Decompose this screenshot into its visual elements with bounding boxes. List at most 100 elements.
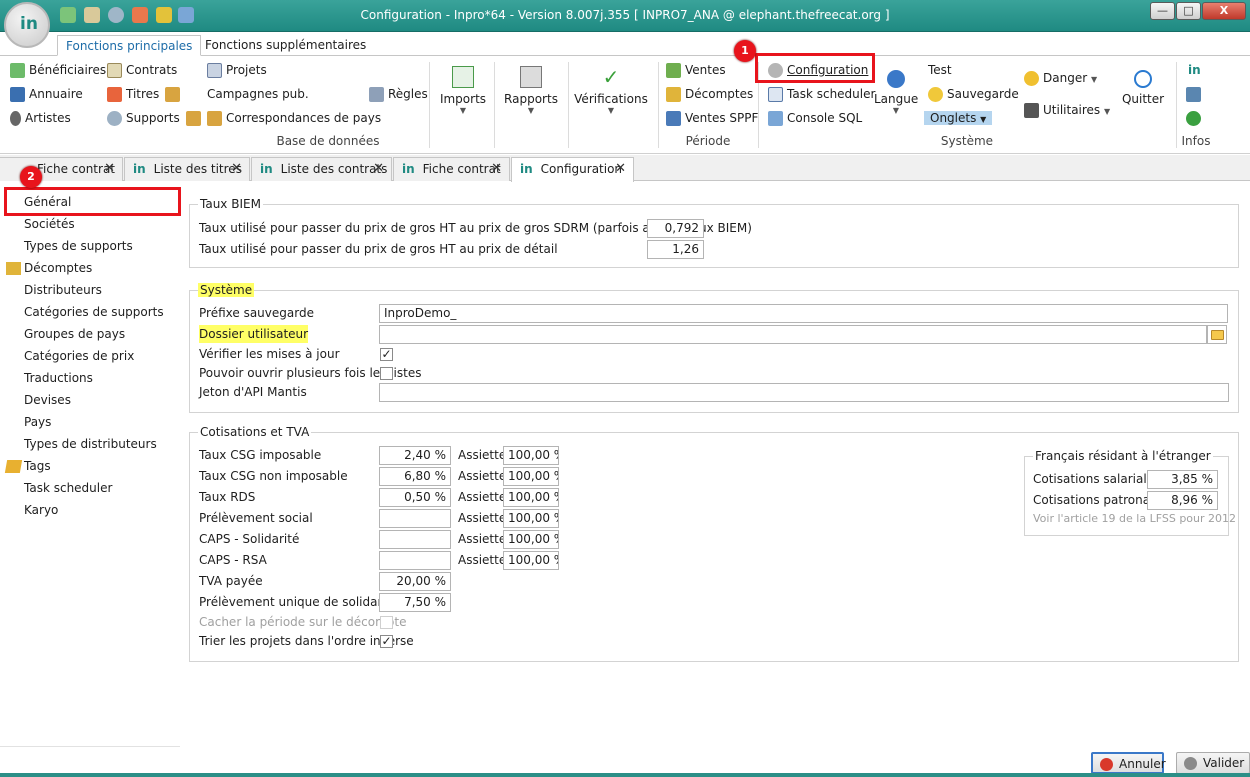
assiette-field[interactable]: 100,00 % bbox=[503, 446, 559, 465]
address-book-icon bbox=[10, 87, 25, 102]
ribbon-separator bbox=[494, 62, 495, 148]
task-scheduler-button[interactable]: Task scheduler bbox=[768, 84, 875, 104]
sidebar-item-pays[interactable]: Pays bbox=[24, 412, 51, 432]
imports-button[interactable]: Imports ▼ bbox=[436, 66, 490, 115]
sidebar-item-task-scheduler[interactable]: Task scheduler bbox=[24, 478, 112, 498]
sidebar-item-karyo[interactable]: Karyo bbox=[24, 500, 58, 520]
prefixe-sauvegarde-field[interactable]: InproDemo_ bbox=[379, 304, 1228, 323]
cotisation-rate-field[interactable] bbox=[379, 551, 451, 570]
campagnes-button[interactable]: Campagnes pub. bbox=[207, 84, 309, 104]
close-icon[interactable]: ✕ bbox=[104, 158, 115, 180]
annuaire-button[interactable]: Annuaire bbox=[10, 84, 83, 104]
test-button[interactable]: Test bbox=[928, 60, 952, 80]
sidebar-item-categories-de-prix[interactable]: Catégories de prix bbox=[24, 346, 134, 366]
doc-tab-liste-des-contrats[interactable]: in Liste des contrats ✕ bbox=[251, 157, 392, 181]
doc-tab-fiche-contrat-2[interactable]: in Fiche contrat ✕ bbox=[393, 157, 510, 181]
jeton-api-mantis-field[interactable] bbox=[379, 383, 1229, 402]
projets-button[interactable]: Projets bbox=[207, 60, 267, 80]
cotisations-salariales-field[interactable]: 3,85 % bbox=[1147, 470, 1218, 489]
app-logo[interactable]: in bbox=[4, 2, 50, 48]
sidebar-item-devises[interactable]: Devises bbox=[24, 390, 71, 410]
doc-tab-liste-des-titres[interactable]: in Liste des titres ✕ bbox=[124, 157, 250, 181]
sidebar-item-tags[interactable]: Tags bbox=[4, 456, 51, 476]
cotisation-rate-field[interactable] bbox=[379, 530, 451, 549]
decomptes-button[interactable]: Décomptes bbox=[666, 84, 753, 104]
cloud-check-icon[interactable] bbox=[1186, 108, 1205, 128]
beneficiaires-button[interactable]: Bénéficiaires bbox=[10, 60, 106, 80]
rapports-button[interactable]: Rapports ▼ bbox=[500, 66, 562, 115]
verifier-mises-a-jour-checkbox[interactable]: ✓ bbox=[380, 348, 393, 361]
inpro-icon: in bbox=[402, 162, 415, 176]
assiette-label: Assiette bbox=[458, 469, 507, 483]
assiette-field[interactable]: 100,00 % bbox=[503, 551, 559, 570]
titres-label: Titres bbox=[126, 87, 160, 101]
assiette-label: Assiette bbox=[458, 532, 507, 546]
titres-button[interactable]: Titres bbox=[107, 84, 184, 104]
close-icon[interactable]: ✕ bbox=[231, 158, 242, 180]
close-button[interactable]: X bbox=[1202, 2, 1246, 20]
sidebar-item-societes[interactable]: Sociétés bbox=[24, 214, 75, 234]
assiette-field[interactable]: 100,00 % bbox=[503, 509, 559, 528]
globe-icon bbox=[887, 70, 905, 88]
taux-detail-field[interactable]: 1,26 bbox=[647, 240, 704, 259]
ribbon-separator bbox=[568, 62, 569, 148]
sidebar-item-groupes-de-pays[interactable]: Groupes de pays bbox=[24, 324, 125, 344]
sidebar-item-traductions[interactable]: Traductions bbox=[24, 368, 93, 388]
ventes-button[interactable]: Ventes bbox=[666, 60, 726, 80]
utilitaires-button[interactable]: Utilitaires ▼ bbox=[1024, 100, 1110, 120]
prelevement-unique-field[interactable]: 7,50 % bbox=[379, 593, 451, 612]
langue-button[interactable]: Langue ▼ bbox=[874, 66, 918, 115]
cotisations-patronales-field[interactable]: 8,96 % bbox=[1147, 491, 1218, 510]
prefixe-sauvegarde-label: Préfixe sauvegarde bbox=[199, 306, 314, 320]
elephant-icon bbox=[1186, 87, 1201, 102]
close-icon[interactable]: ✕ bbox=[373, 158, 384, 180]
infos-inpro-button[interactable]: in bbox=[1188, 60, 1201, 80]
valider-button[interactable]: Valider bbox=[1176, 752, 1250, 774]
dossier-utilisateur-field[interactable] bbox=[379, 325, 1207, 344]
sales-icon bbox=[666, 63, 681, 78]
close-icon[interactable]: ✕ bbox=[491, 158, 502, 180]
sauvegarde-button[interactable]: Sauvegarde bbox=[928, 84, 1019, 104]
database-icon[interactable] bbox=[1186, 84, 1205, 104]
contrats-button[interactable]: Contrats bbox=[107, 60, 177, 80]
ouvrir-plusieurs-fois-checkbox[interactable] bbox=[380, 367, 393, 380]
cotisation-rate-field[interactable]: 0,50 % bbox=[379, 488, 451, 507]
sidebar-item-types-de-distributeurs[interactable]: Types de distributeurs bbox=[24, 434, 157, 454]
maximize-button[interactable]: □ bbox=[1176, 2, 1201, 20]
danger-button[interactable]: Danger ▼ bbox=[1024, 68, 1097, 88]
close-icon[interactable]: ✕ bbox=[615, 158, 626, 180]
minimize-button[interactable]: — bbox=[1150, 2, 1175, 20]
assiette-field[interactable]: 100,00 % bbox=[503, 467, 559, 486]
sidebar-item-decomptes[interactable]: Décomptes bbox=[6, 258, 92, 278]
cotisation-rate-field[interactable]: 6,80 % bbox=[379, 467, 451, 486]
assiette-field[interactable]: 100,00 % bbox=[503, 488, 559, 507]
calendar-icon bbox=[768, 87, 783, 102]
artistes-label: Artistes bbox=[25, 111, 71, 125]
taux-sdrm-field[interactable]: 0,792 bbox=[647, 219, 704, 238]
tab-fonctions-supplementaires[interactable]: Fonctions supplémentaires bbox=[197, 35, 374, 56]
sidebar-item-types-de-supports[interactable]: Types de supports bbox=[24, 236, 133, 256]
trier-projets-checkbox[interactable]: ✓ bbox=[380, 635, 393, 648]
artistes-button[interactable]: Artistes bbox=[10, 108, 71, 128]
console-sql-button[interactable]: Console SQL bbox=[768, 108, 862, 128]
onglets-button[interactable]: Onglets ▼ bbox=[924, 108, 993, 128]
doc-tab-configuration[interactable]: in Configuration ✕ bbox=[511, 157, 634, 182]
sidebar-item-distributeurs[interactable]: Distributeurs bbox=[24, 280, 102, 300]
regles-button[interactable]: Règles bbox=[369, 84, 428, 104]
tab-fonctions-principales[interactable]: Fonctions principales bbox=[57, 35, 202, 56]
supports-button[interactable]: Supports bbox=[107, 108, 205, 128]
correspondances-button[interactable]: Correspondances de pays bbox=[207, 108, 381, 128]
cotisation-rate-field[interactable]: 2,40 % bbox=[379, 446, 451, 465]
verifications-button[interactable]: ✓ Vérifications ▼ bbox=[574, 66, 648, 115]
annuler-button[interactable]: Annuler bbox=[1091, 752, 1166, 774]
cotisation-rate-field[interactable] bbox=[379, 509, 451, 528]
ribbon-separator bbox=[1176, 62, 1177, 148]
assiette-field[interactable]: 100,00 % bbox=[503, 530, 559, 549]
cacher-periode-checkbox[interactable] bbox=[380, 616, 393, 629]
folder-browse-button[interactable] bbox=[1207, 325, 1227, 344]
tva-payee-field[interactable]: 20,00 % bbox=[379, 572, 451, 591]
doc-tab-fiche-contrat[interactable]: Fiche contrat ✕ bbox=[0, 157, 123, 181]
sidebar-item-categories-de-supports[interactable]: Catégories de supports bbox=[24, 302, 164, 322]
quitter-button[interactable]: Quitter bbox=[1118, 66, 1168, 106]
ventes-sppf-button[interactable]: Ventes SPPF bbox=[666, 108, 758, 128]
